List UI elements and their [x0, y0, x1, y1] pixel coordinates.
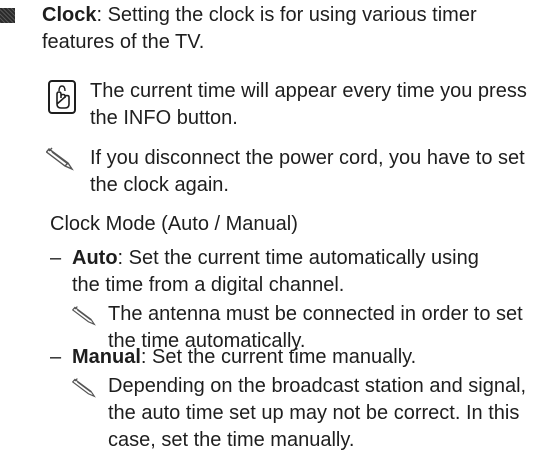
manual-description: : Set the current time manually. [140, 346, 417, 368]
auto-description: : Set the current time automatically usi… [72, 247, 479, 296]
manual-dash: – [50, 346, 62, 368]
remote-button-icon [48, 80, 76, 114]
hand-press-icon [56, 85, 70, 109]
info-note-text-after: button. [171, 107, 238, 129]
info-button-name: INFO [123, 107, 172, 129]
auto-label: Auto [72, 247, 118, 269]
info-note: The current time will appear every time … [90, 78, 530, 132]
pencil-note-icon [72, 378, 96, 398]
manual-note: Depending on the broadcast station and s… [108, 375, 527, 451]
auto-item: Auto: Set the current time automatically… [72, 245, 512, 299]
manual-label: Manual [72, 346, 141, 368]
clock-label: Clock [42, 4, 97, 26]
manual-item: Manual: Set the current time manually. [72, 344, 512, 371]
clock-mode-heading: Clock Mode (Auto / Manual) [50, 213, 298, 235]
pencil-note-icon [46, 147, 74, 171]
clock-item: Clock: Setting the clock is for using va… [42, 2, 522, 56]
bullet-square-icon [0, 8, 15, 23]
clock-description: : Setting the clock is for using various… [42, 4, 477, 53]
power-cord-note: If you disconnect the power cord, you ha… [90, 147, 525, 196]
pencil-note-icon [72, 306, 96, 326]
auto-dash: – [50, 247, 62, 269]
